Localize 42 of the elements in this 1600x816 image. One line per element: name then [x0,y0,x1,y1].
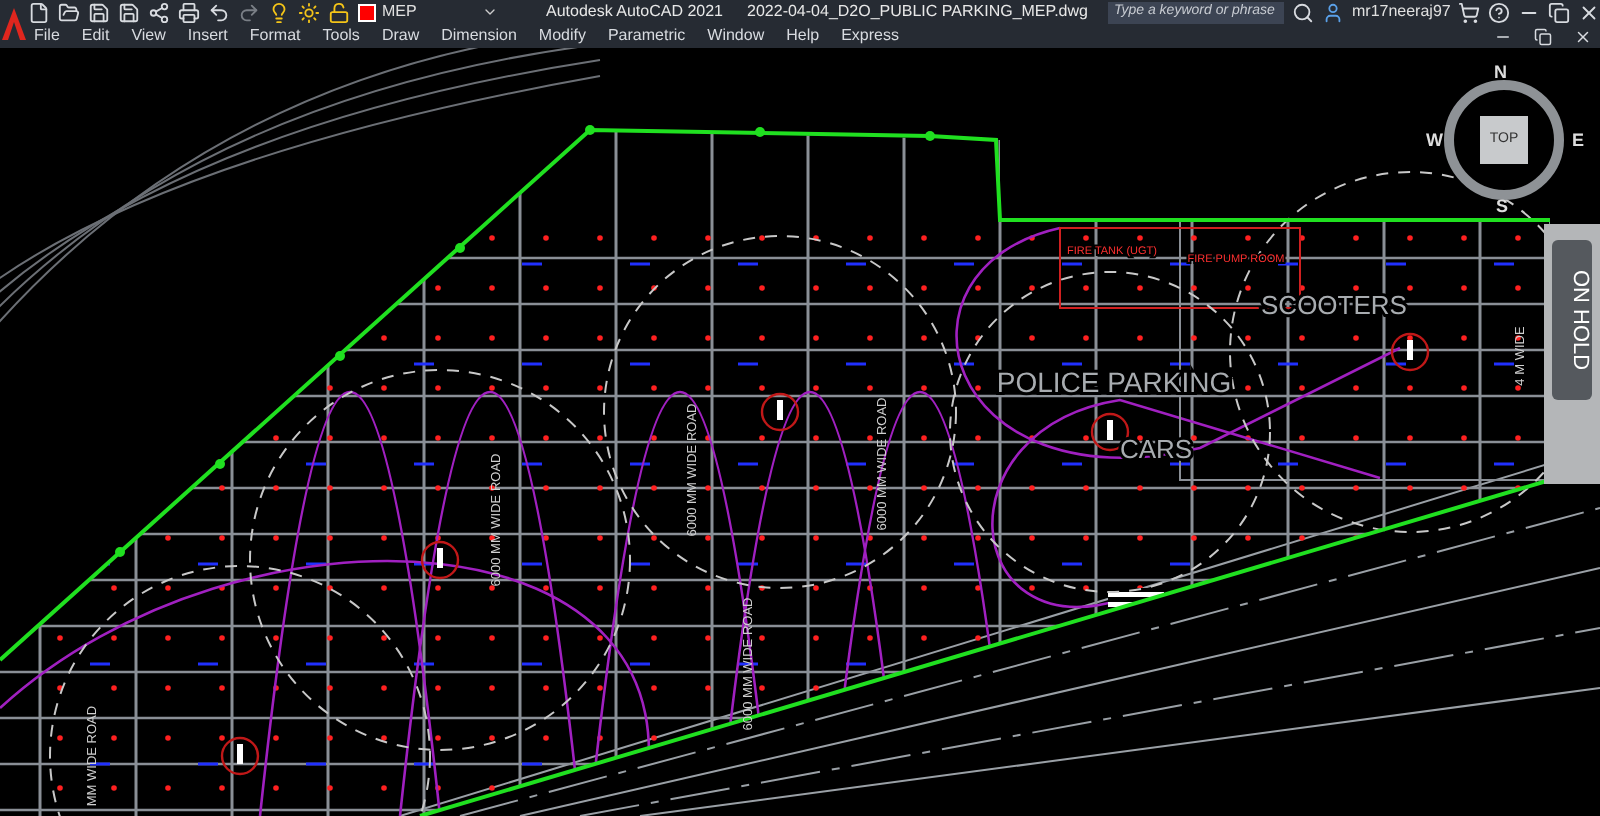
dropdown-caret-icon [482,4,498,20]
save-icon[interactable] [88,1,110,23]
compass-north[interactable]: N [1494,60,1507,87]
menu-item[interactable]: Express [841,28,899,44]
menu-item[interactable]: Format [249,28,301,44]
menu-item[interactable]: Tools [322,28,360,44]
new-file-icon[interactable] [28,1,50,23]
hold-label: ON HOLD [1568,269,1592,371]
file-name: 2022-04-04_D2O_PUBLIC PARKING_MEP.dwg [747,4,1088,20]
redo-icon[interactable] [238,1,260,23]
undo-icon[interactable] [208,1,230,23]
menu-item[interactable]: Window [707,28,765,44]
compass-east[interactable]: E [1571,128,1584,155]
menu-item[interactable]: View [131,28,166,44]
user-icon[interactable] [1321,1,1344,23]
menu-item[interactable]: Draw [381,28,420,44]
cart-icon[interactable] [1458,1,1481,23]
help-icon[interactable] [1488,1,1511,23]
lock-icon[interactable] [328,1,350,23]
open-folder-icon[interactable] [58,1,80,23]
lightbulb-icon[interactable] [268,1,290,23]
menu-item[interactable]: Dimension [441,28,517,44]
menu-item[interactable]: File [34,28,60,44]
compass-west[interactable]: W [1426,128,1443,155]
save-as-icon[interactable] [118,1,140,23]
print-icon[interactable] [178,1,200,23]
sun-icon[interactable] [298,1,320,23]
menu-item[interactable]: Help [786,28,820,44]
menu-item[interactable]: Edit [81,28,110,44]
menu-item[interactable]: Parametric [607,28,686,44]
menu-item[interactable]: Insert [187,28,228,44]
app-title: Autodesk AutoCAD 2021 [546,4,724,20]
user-name[interactable]: mr17neeraj97 [1351,4,1451,20]
layer-color-swatch [358,3,376,21]
compass-south[interactable]: S [1496,193,1509,220]
restore-icon[interactable] [1548,1,1571,23]
doc-restore-icon[interactable] [1534,27,1553,45]
doc-close-icon[interactable] [1574,27,1593,45]
menu-item[interactable]: Modify [538,28,586,44]
layer-dropdown[interactable]: MEP [358,1,498,23]
search-icon[interactable] [1291,1,1314,23]
close-icon[interactable] [1578,1,1600,23]
